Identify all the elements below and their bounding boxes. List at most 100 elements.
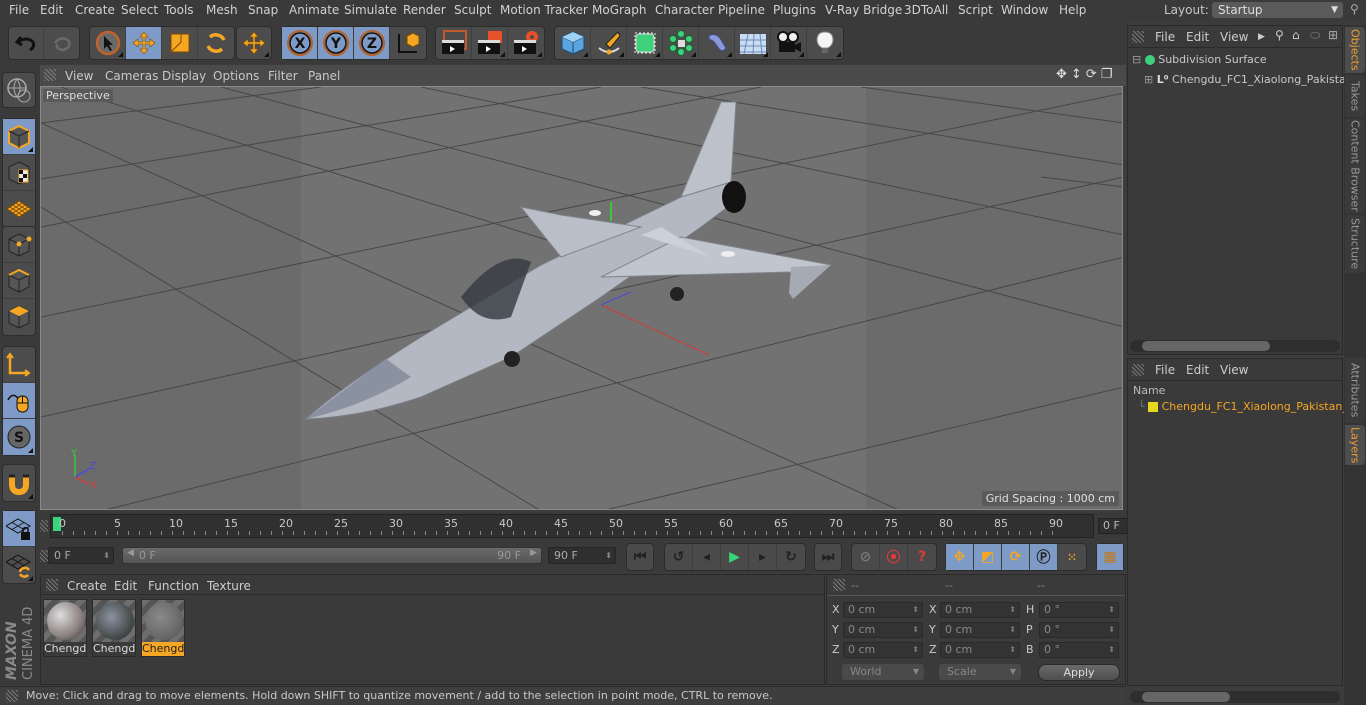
render-view-button[interactable]: [436, 27, 472, 59]
key-position-button[interactable]: ✥: [946, 544, 974, 570]
viewport-menu-display[interactable]: Display: [162, 69, 206, 83]
workplane-mode-button[interactable]: [3, 191, 35, 227]
size-mode-select[interactable]: Scale ▼: [939, 664, 1021, 680]
viewport-solo-button[interactable]: [2, 72, 36, 108]
x-axis-lock-button[interactable]: X: [282, 27, 318, 59]
render-picture-viewer-button[interactable]: [472, 27, 508, 59]
object-menu-edit[interactable]: Edit: [1186, 30, 1209, 44]
points-mode-button[interactable]: [3, 227, 35, 263]
timeline-window-button[interactable]: ▦: [1097, 544, 1123, 570]
scale-tool-button[interactable]: [162, 27, 198, 59]
rotate-tool-button[interactable]: [198, 27, 234, 59]
3d-viewport[interactable]: Y Z X Perspective Grid Spacing : 1000 cm: [40, 86, 1123, 510]
tweak-mode-button[interactable]: [3, 383, 35, 419]
coordinate-system-button[interactable]: [390, 27, 426, 59]
menu-pipeline[interactable]: Pipeline: [718, 3, 765, 17]
y-axis-lock-button[interactable]: Y: [318, 27, 354, 59]
menu-help[interactable]: Help: [1059, 3, 1086, 17]
menu-snap[interactable]: Snap: [248, 3, 278, 17]
prev-key-button[interactable]: ↺: [665, 544, 693, 570]
panel-grip[interactable]: [46, 579, 58, 591]
redo-button[interactable]: [44, 27, 79, 59]
panel-grip[interactable]: [6, 690, 18, 702]
menu-plugins[interactable]: Plugins: [773, 3, 816, 17]
next-frame-button[interactable]: ▸: [749, 544, 777, 570]
key-lock-button[interactable]: ⊘: [852, 544, 880, 570]
tree-row-subdivision-surface[interactable]: ⊟ Subdivision Surface: [1132, 53, 1267, 66]
menu-edit[interactable]: Edit: [40, 3, 63, 17]
search-icon[interactable]: ⚲: [1275, 28, 1284, 42]
preview-range-slider[interactable]: ◀ 0 F 90 F ▶: [122, 547, 542, 564]
polygons-mode-button[interactable]: [3, 299, 35, 335]
menu-window[interactable]: Window: [1001, 3, 1048, 17]
maximize-view-icon[interactable]: ❐: [1101, 67, 1113, 82]
panel-grip[interactable]: [40, 550, 48, 562]
model-mode-button[interactable]: [3, 119, 35, 155]
scrollbar-thumb[interactable]: [1142, 692, 1230, 702]
recent-tool-button[interactable]: [237, 27, 271, 59]
material-swatch[interactable]: Chengd: [141, 599, 185, 657]
key-rotation-button[interactable]: ⟳: [1002, 544, 1030, 570]
object-menu-file[interactable]: File: [1155, 30, 1175, 44]
menu-mograph[interactable]: MoGraph: [592, 3, 647, 17]
material-menu-create[interactable]: Create: [67, 579, 107, 593]
goto-start-button[interactable]: ⏮: [627, 544, 653, 570]
rot-h-field[interactable]: 0 ° ⬍: [1039, 602, 1119, 618]
panel-grip[interactable]: [40, 520, 48, 532]
menu-3dtoall[interactable]: 3DToAll: [904, 3, 948, 17]
layer-row[interactable]: └ Chengdu_FC1_Xiaolong_Pakistan_: [1138, 400, 1348, 413]
panel-grip[interactable]: [1132, 31, 1144, 43]
orbit-icon[interactable]: ⟳: [1086, 67, 1097, 82]
key-pla-button[interactable]: ⁙: [1058, 544, 1086, 570]
camera-label[interactable]: Perspective: [43, 89, 113, 102]
edges-mode-button[interactable]: [3, 263, 35, 299]
menu-vray-bridge[interactable]: V-Ray Bridge: [825, 3, 902, 17]
scrollbar-thumb[interactable]: [1142, 341, 1270, 351]
locked-workplane-button[interactable]: [3, 511, 35, 547]
material-menu-function[interactable]: Function: [148, 579, 199, 593]
tab-takes[interactable]: Takes: [1345, 75, 1365, 117]
pos-z-field[interactable]: 0 cm ⬍: [843, 642, 923, 658]
collapse-icon[interactable]: ⊟: [1132, 53, 1141, 66]
viewport-menu-cameras[interactable]: Cameras: [105, 69, 158, 83]
undo-button[interactable]: [9, 27, 45, 59]
panel-grip[interactable]: [833, 579, 845, 591]
panel-grip[interactable]: [1132, 364, 1144, 376]
magnet-button[interactable]: [3, 465, 35, 501]
cube-button[interactable]: [555, 27, 591, 59]
key-scale-button[interactable]: ◩: [974, 544, 1002, 570]
workplane-cycle-button[interactable]: [3, 547, 35, 583]
bookmark-icon[interactable]: ⬭: [1310, 28, 1320, 43]
viewport-menu-view[interactable]: View: [65, 69, 93, 83]
texture-mode-button[interactable]: [3, 155, 35, 191]
search-icon[interactable]: ⚲: [1350, 2, 1364, 18]
size-z-field[interactable]: 0 cm ⬍: [940, 642, 1020, 658]
tab-content-browser[interactable]: Content Browser: [1345, 119, 1365, 213]
bend-deformer-button[interactable]: [699, 27, 735, 59]
min-time-field[interactable]: 0 F ⬍: [48, 547, 114, 564]
tab-attributes[interactable]: Attributes: [1345, 357, 1365, 423]
camera-button[interactable]: [771, 27, 807, 59]
rot-p-field[interactable]: 0 ° ⬍: [1039, 622, 1119, 638]
layout-select[interactable]: Startup ▼: [1212, 2, 1343, 18]
next-key-button[interactable]: ↻: [777, 544, 805, 570]
material-menu-edit[interactable]: Edit: [114, 579, 137, 593]
menu-animate[interactable]: Animate: [289, 3, 339, 17]
panel-grip[interactable]: [44, 69, 56, 81]
render-settings-button[interactable]: [508, 27, 544, 59]
viewport-menu-options[interactable]: Options: [213, 69, 259, 83]
menu-select[interactable]: Select: [121, 3, 158, 17]
tab-structure[interactable]: Structure: [1345, 215, 1365, 273]
layer-menu-view[interactable]: View: [1220, 363, 1248, 377]
object-horizontal-scrollbar[interactable]: [1130, 340, 1340, 352]
pos-y-field[interactable]: 0 cm ⬍: [843, 622, 923, 638]
size-x-field[interactable]: 0 cm ⬍: [940, 602, 1020, 618]
menu-sculpt[interactable]: Sculpt: [454, 3, 491, 17]
expand-icon[interactable]: ⊞: [1144, 73, 1153, 86]
subdivision-surface-button[interactable]: [627, 27, 663, 59]
tree-row-jet-model[interactable]: ⊞ L⁰ Chengdu_FC1_Xiaolong_Pakistan: [1144, 73, 1353, 86]
menu-character[interactable]: Character: [655, 3, 714, 17]
tab-objects[interactable]: Objects: [1345, 27, 1365, 73]
z-axis-lock-button[interactable]: Z: [354, 27, 390, 59]
autokey-button[interactable]: ?: [908, 544, 936, 570]
